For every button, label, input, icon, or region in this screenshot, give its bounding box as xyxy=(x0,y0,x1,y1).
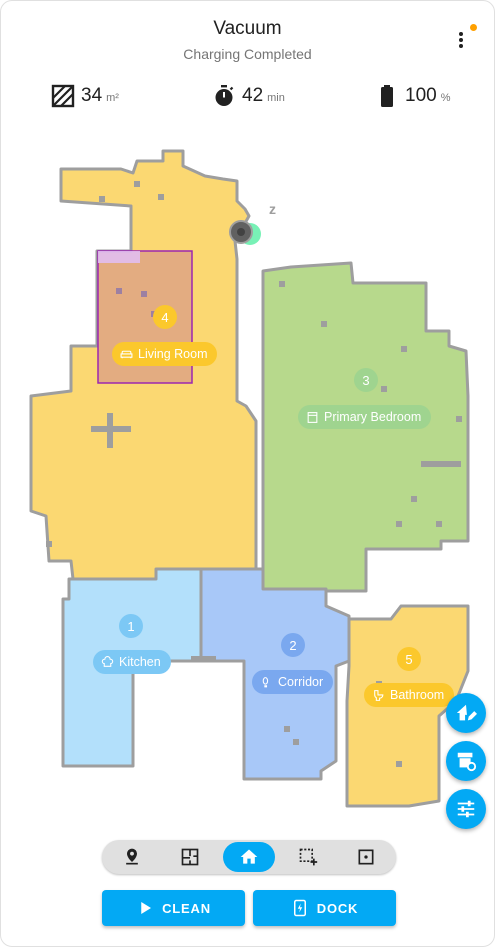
wardrobe-icon xyxy=(307,411,318,423)
settings-button[interactable] xyxy=(446,789,486,829)
battery-stat: 100 % xyxy=(375,83,450,109)
time-value: 42 xyxy=(242,85,264,106)
vacuum-status: Charging Completed xyxy=(183,46,312,62)
chef-hat-icon xyxy=(101,655,114,667)
room-name: Primary Bedroom xyxy=(324,410,422,424)
room-label-corridor[interactable]: Corridor xyxy=(252,670,334,694)
charger-label: z xyxy=(269,201,276,217)
battery-unit: % xyxy=(440,92,451,104)
room-pin-2[interactable]: 2 xyxy=(281,633,305,657)
room-cleaning-icon xyxy=(457,752,477,772)
vacuum-map-card: Vacuum Charging Completed 34 m² 42 min 1… xyxy=(0,0,495,947)
mode-zone-tab[interactable] xyxy=(282,842,334,872)
clean-button[interactable]: CLEAN xyxy=(102,890,245,926)
mode-location-tab[interactable] xyxy=(106,842,158,872)
clean-label: CLEAN xyxy=(162,900,211,916)
dock-button[interactable]: DOCK xyxy=(253,890,396,926)
timer-icon xyxy=(215,85,234,106)
battery-value: 100 xyxy=(405,85,437,106)
battery-icon xyxy=(381,85,393,107)
robot-sensor-icon xyxy=(237,228,245,236)
home-icon xyxy=(240,849,258,864)
vacuum-title: Vacuum xyxy=(213,18,282,39)
dock-label: DOCK xyxy=(316,900,359,916)
sofa-icon xyxy=(120,350,133,358)
toilet-icon xyxy=(374,689,384,701)
menu-dot-icon xyxy=(459,38,463,42)
area-unit: m² xyxy=(106,92,119,104)
room-label-bathroom[interactable]: Bathroom xyxy=(364,683,455,707)
room-area-primary-bedroom[interactable] xyxy=(261,261,470,608)
menu-dot-icon xyxy=(459,44,463,48)
map-marker-icon xyxy=(126,848,138,865)
room-name: Corridor xyxy=(278,675,324,689)
room-cleaning-button[interactable] xyxy=(446,741,486,781)
crosshair-icon xyxy=(358,849,374,865)
play-icon xyxy=(141,902,152,914)
room-pin-4[interactable]: 4 xyxy=(153,305,177,329)
more-menu-button[interactable] xyxy=(451,24,477,53)
floor-plan-icon xyxy=(181,848,199,866)
selected-zone-header xyxy=(98,251,140,263)
area-value: 34 xyxy=(81,85,103,106)
mode-rooms-tab[interactable] xyxy=(164,842,216,872)
settings-sliders-icon xyxy=(457,800,475,818)
notification-badge xyxy=(470,24,477,31)
dock-icon xyxy=(293,899,306,917)
floor-map[interactable]: z xyxy=(1,141,495,831)
room-label-primary-bedroom[interactable]: Primary Bedroom xyxy=(298,405,432,429)
time-stat: 42 min xyxy=(212,83,285,109)
room-pin-1[interactable]: 1 xyxy=(119,614,143,638)
mode-all-tab[interactable] xyxy=(223,842,275,872)
edit-map-button[interactable] xyxy=(446,693,486,733)
area-icon xyxy=(51,84,75,108)
room-pin-5[interactable]: 5 xyxy=(397,647,421,671)
room-name: Bathroom xyxy=(390,688,445,702)
edit-map-icon xyxy=(456,704,477,721)
room-name: Kitchen xyxy=(119,655,161,669)
mode-point-tab[interactable] xyxy=(340,842,392,872)
mode-selector xyxy=(102,840,396,874)
shoe-print-icon xyxy=(262,676,269,687)
time-unit: min xyxy=(267,92,285,104)
room-pin-3[interactable]: 3 xyxy=(354,368,378,392)
room-label-living-room[interactable]: Living Room xyxy=(112,342,218,366)
room-label-kitchen[interactable]: Kitchen xyxy=(93,650,171,674)
room-name: Living Room xyxy=(138,347,208,361)
select-add-icon xyxy=(299,848,318,866)
menu-dot-icon xyxy=(459,32,463,36)
area-stat: 34 m² xyxy=(51,83,119,109)
